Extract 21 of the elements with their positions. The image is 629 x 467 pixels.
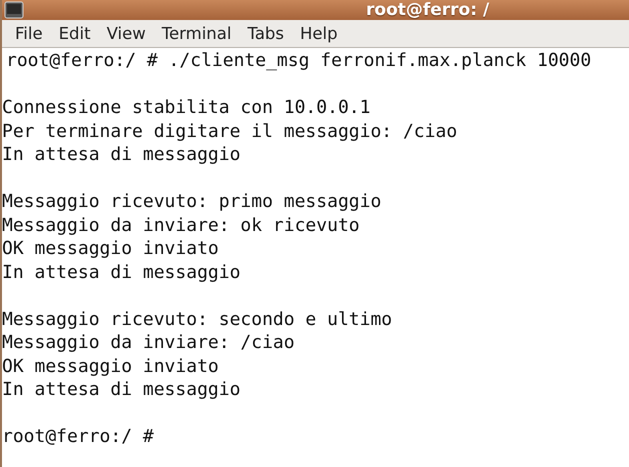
terminal-line: Messaggio ricevuto: secondo e ultimo [2, 308, 392, 331]
terminal-line: root@ferro:/ # [2, 425, 154, 448]
menu-item[interactable]: File [8, 20, 50, 47]
terminal-line: root@ferro:/ # ./cliente_msg ferronif.max.planck 10000 [6, 49, 592, 72]
menu-item[interactable]: Terminal [154, 20, 238, 47]
terminal-line: In attesa di messaggio [2, 260, 240, 284]
menu-item[interactable]: Help [293, 20, 345, 47]
window-title: root@ferro: / [366, 0, 490, 20]
terminal-line: In attesa di messaggio [2, 378, 240, 402]
menu-item[interactable]: View [100, 20, 153, 47]
terminal-line: OK messaggio inviato [2, 237, 219, 260]
terminal-line: Per terminare digitare il messaggio: /ciao [2, 120, 458, 143]
terminal-line: Messaggio ricevuto: primo messaggio [2, 190, 382, 214]
menu-item[interactable]: Edit [52, 20, 98, 47]
terminal-line: In attesa di messaggio [2, 143, 240, 166]
terminal-line: Messaggio da inviare: /ciao [2, 331, 295, 354]
terminal-icon [4, 0, 24, 20]
terminal-line: Messaggio da inviare: ok ricevuto [2, 214, 360, 237]
terminal-line: Connessione stabilita con 10.0.0.1 [2, 96, 370, 120]
menu-item[interactable]: Tabs [240, 20, 291, 47]
terminal-line: OK messaggio inviato [2, 354, 219, 378]
